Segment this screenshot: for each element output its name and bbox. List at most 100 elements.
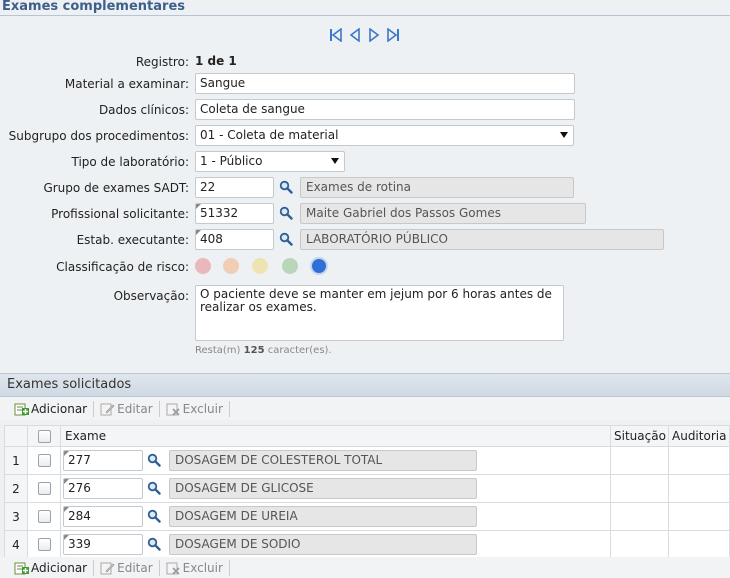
- search-icon[interactable]: [279, 206, 295, 222]
- risk-option-yellow[interactable]: [252, 258, 268, 274]
- row-checkbox[interactable]: [37, 538, 51, 551]
- exams-section-title: Exames solicitados: [0, 373, 730, 397]
- record-navigation: [328, 27, 401, 43]
- delete-icon: [166, 562, 180, 575]
- row-number: 1: [4, 446, 28, 475]
- edit-exam-label: Editar: [117, 560, 153, 575]
- chevron-down-icon: [560, 132, 568, 138]
- registro-label: Registro:: [135, 55, 189, 69]
- add-exam-button[interactable]: Adicionar: [10, 559, 91, 577]
- toolbar-divider: [93, 559, 95, 576]
- row-number: 3: [4, 502, 28, 531]
- search-icon[interactable]: [147, 453, 163, 469]
- table-row[interactable]: 3 284 DOSAGEM DE UREIA: [4, 502, 730, 531]
- subgrupo-label: Subgrupo dos procedimentos:: [8, 129, 189, 143]
- search-icon[interactable]: [279, 180, 295, 196]
- grupo-exames-label: Grupo de exames SADT:: [43, 181, 189, 195]
- estab-executante-code-input[interactable]: 408: [195, 229, 274, 250]
- edit-exam-button[interactable]: Editar: [96, 559, 157, 577]
- subgrupo-select[interactable]: 01 - Coleta de material: [195, 125, 574, 146]
- situacao-cell: [610, 530, 669, 559]
- edit-exam-button[interactable]: Editar: [96, 400, 157, 418]
- situacao-cell: [610, 446, 669, 475]
- search-icon[interactable]: [279, 232, 295, 248]
- exam-code-input[interactable]: 339: [63, 534, 143, 555]
- next-page-icon[interactable]: [366, 27, 382, 43]
- risk-option-orange[interactable]: [223, 258, 239, 274]
- table-row[interactable]: 4 339 DOSAGEM DE SODIO: [4, 530, 730, 559]
- exam-description: DOSAGEM DE SODIO: [169, 534, 477, 555]
- exam-description: DOSAGEM DE UREIA: [169, 506, 477, 527]
- row-checkbox[interactable]: [37, 454, 51, 467]
- risk-option-blue-selected[interactable]: [310, 257, 328, 275]
- add-exam-label: Adicionar: [31, 560, 88, 575]
- toolbar-divider: [158, 559, 160, 576]
- toolbar-divider: [158, 401, 160, 417]
- select-all-checkbox[interactable]: [37, 429, 51, 443]
- last-page-icon[interactable]: [385, 27, 401, 43]
- select-all-header: [27, 425, 61, 447]
- exame-cell: 276 DOSAGEM DE GLICOSE: [60, 474, 611, 503]
- risk-option-green[interactable]: [282, 258, 298, 274]
- add-icon: [14, 562, 29, 574]
- estab-executante-description: LABORATÓRIO PÚBLICO: [300, 229, 664, 250]
- material-input[interactable]: Sangue: [195, 73, 575, 94]
- row-checkbox[interactable]: [37, 482, 51, 495]
- profissional-label: Profissional solicitante:: [51, 207, 189, 221]
- material-label: Material a examinar:: [64, 77, 189, 91]
- exam-code-input[interactable]: 277: [63, 450, 143, 471]
- dados-clinicos-input[interactable]: Coleta de sangue: [195, 99, 575, 120]
- add-exam-button[interactable]: Adicionar: [10, 400, 91, 418]
- row-select-cell: [27, 530, 61, 559]
- delete-exam-button[interactable]: Excluir: [162, 559, 227, 577]
- grupo-exames-code-input[interactable]: 22: [195, 177, 274, 198]
- delete-exam-button[interactable]: Excluir: [162, 400, 227, 418]
- situacao-cell: [610, 474, 669, 503]
- exam-description: DOSAGEM DE COLESTEROL TOTAL: [169, 450, 477, 471]
- auditoria-column-header[interactable]: Auditoria: [668, 425, 730, 447]
- first-page-icon[interactable]: [328, 27, 344, 43]
- profissional-code-input[interactable]: 51332: [195, 203, 274, 224]
- toolbar-divider: [228, 559, 230, 576]
- risk-option-red[interactable]: [195, 258, 211, 274]
- tipo-laboratorio-select[interactable]: 1 - Público: [195, 151, 345, 172]
- row-checkbox[interactable]: [37, 510, 51, 523]
- delete-exam-label: Excluir: [182, 402, 223, 416]
- exams-table: Exame Situação Auditoria 1 277 DOSAGEM D…: [4, 425, 730, 559]
- dados-clinicos-label: Dados clínicos:: [98, 103, 189, 117]
- edit-icon: [100, 403, 115, 416]
- search-icon[interactable]: [147, 481, 163, 497]
- tipo-laboratorio-label: Tipo de laboratório:: [71, 155, 189, 169]
- row-number-header: [4, 425, 28, 447]
- delete-icon: [166, 403, 180, 416]
- auditoria-cell: [668, 530, 730, 559]
- row-select-cell: [27, 502, 61, 531]
- exame-cell: 277 DOSAGEM DE COLESTEROL TOTAL: [60, 446, 611, 475]
- row-number: 2: [4, 474, 28, 503]
- exams-toolbar-bottom: Adicionar Editar Excluir: [0, 557, 730, 578]
- situacao-cell: [610, 502, 669, 531]
- row-number: 4: [4, 530, 28, 559]
- registro-value: 1 de 1: [195, 54, 237, 68]
- row-select-cell: [27, 474, 61, 503]
- situacao-column-header[interactable]: Situação: [610, 425, 669, 447]
- search-icon[interactable]: [147, 537, 163, 553]
- estab-executante-label: Estab. executante:: [76, 233, 189, 247]
- page-title: Exames complementares: [0, 0, 730, 16]
- previous-page-icon[interactable]: [347, 27, 363, 43]
- chevron-down-icon: [331, 158, 339, 164]
- search-icon[interactable]: [147, 509, 163, 525]
- table-header-row: Exame Situação Auditoria: [4, 425, 730, 447]
- exam-code-input[interactable]: 276: [63, 478, 143, 499]
- table-row[interactable]: 2 276 DOSAGEM DE GLICOSE: [4, 474, 730, 503]
- table-row[interactable]: 1 277 DOSAGEM DE COLESTEROL TOTAL: [4, 446, 730, 475]
- exam-code-input[interactable]: 284: [63, 506, 143, 527]
- remaining-suffix: caracter(es).: [267, 345, 332, 356]
- observacao-textarea[interactable]: O paciente deve se manter em jejum por 6…: [195, 285, 564, 341]
- add-icon: [14, 403, 29, 416]
- toolbar-divider: [93, 401, 95, 417]
- exame-cell: 284 DOSAGEM DE UREIA: [60, 502, 611, 531]
- auditoria-cell: [668, 502, 730, 531]
- row-select-cell: [27, 446, 61, 475]
- exame-column-header[interactable]: Exame: [60, 425, 611, 447]
